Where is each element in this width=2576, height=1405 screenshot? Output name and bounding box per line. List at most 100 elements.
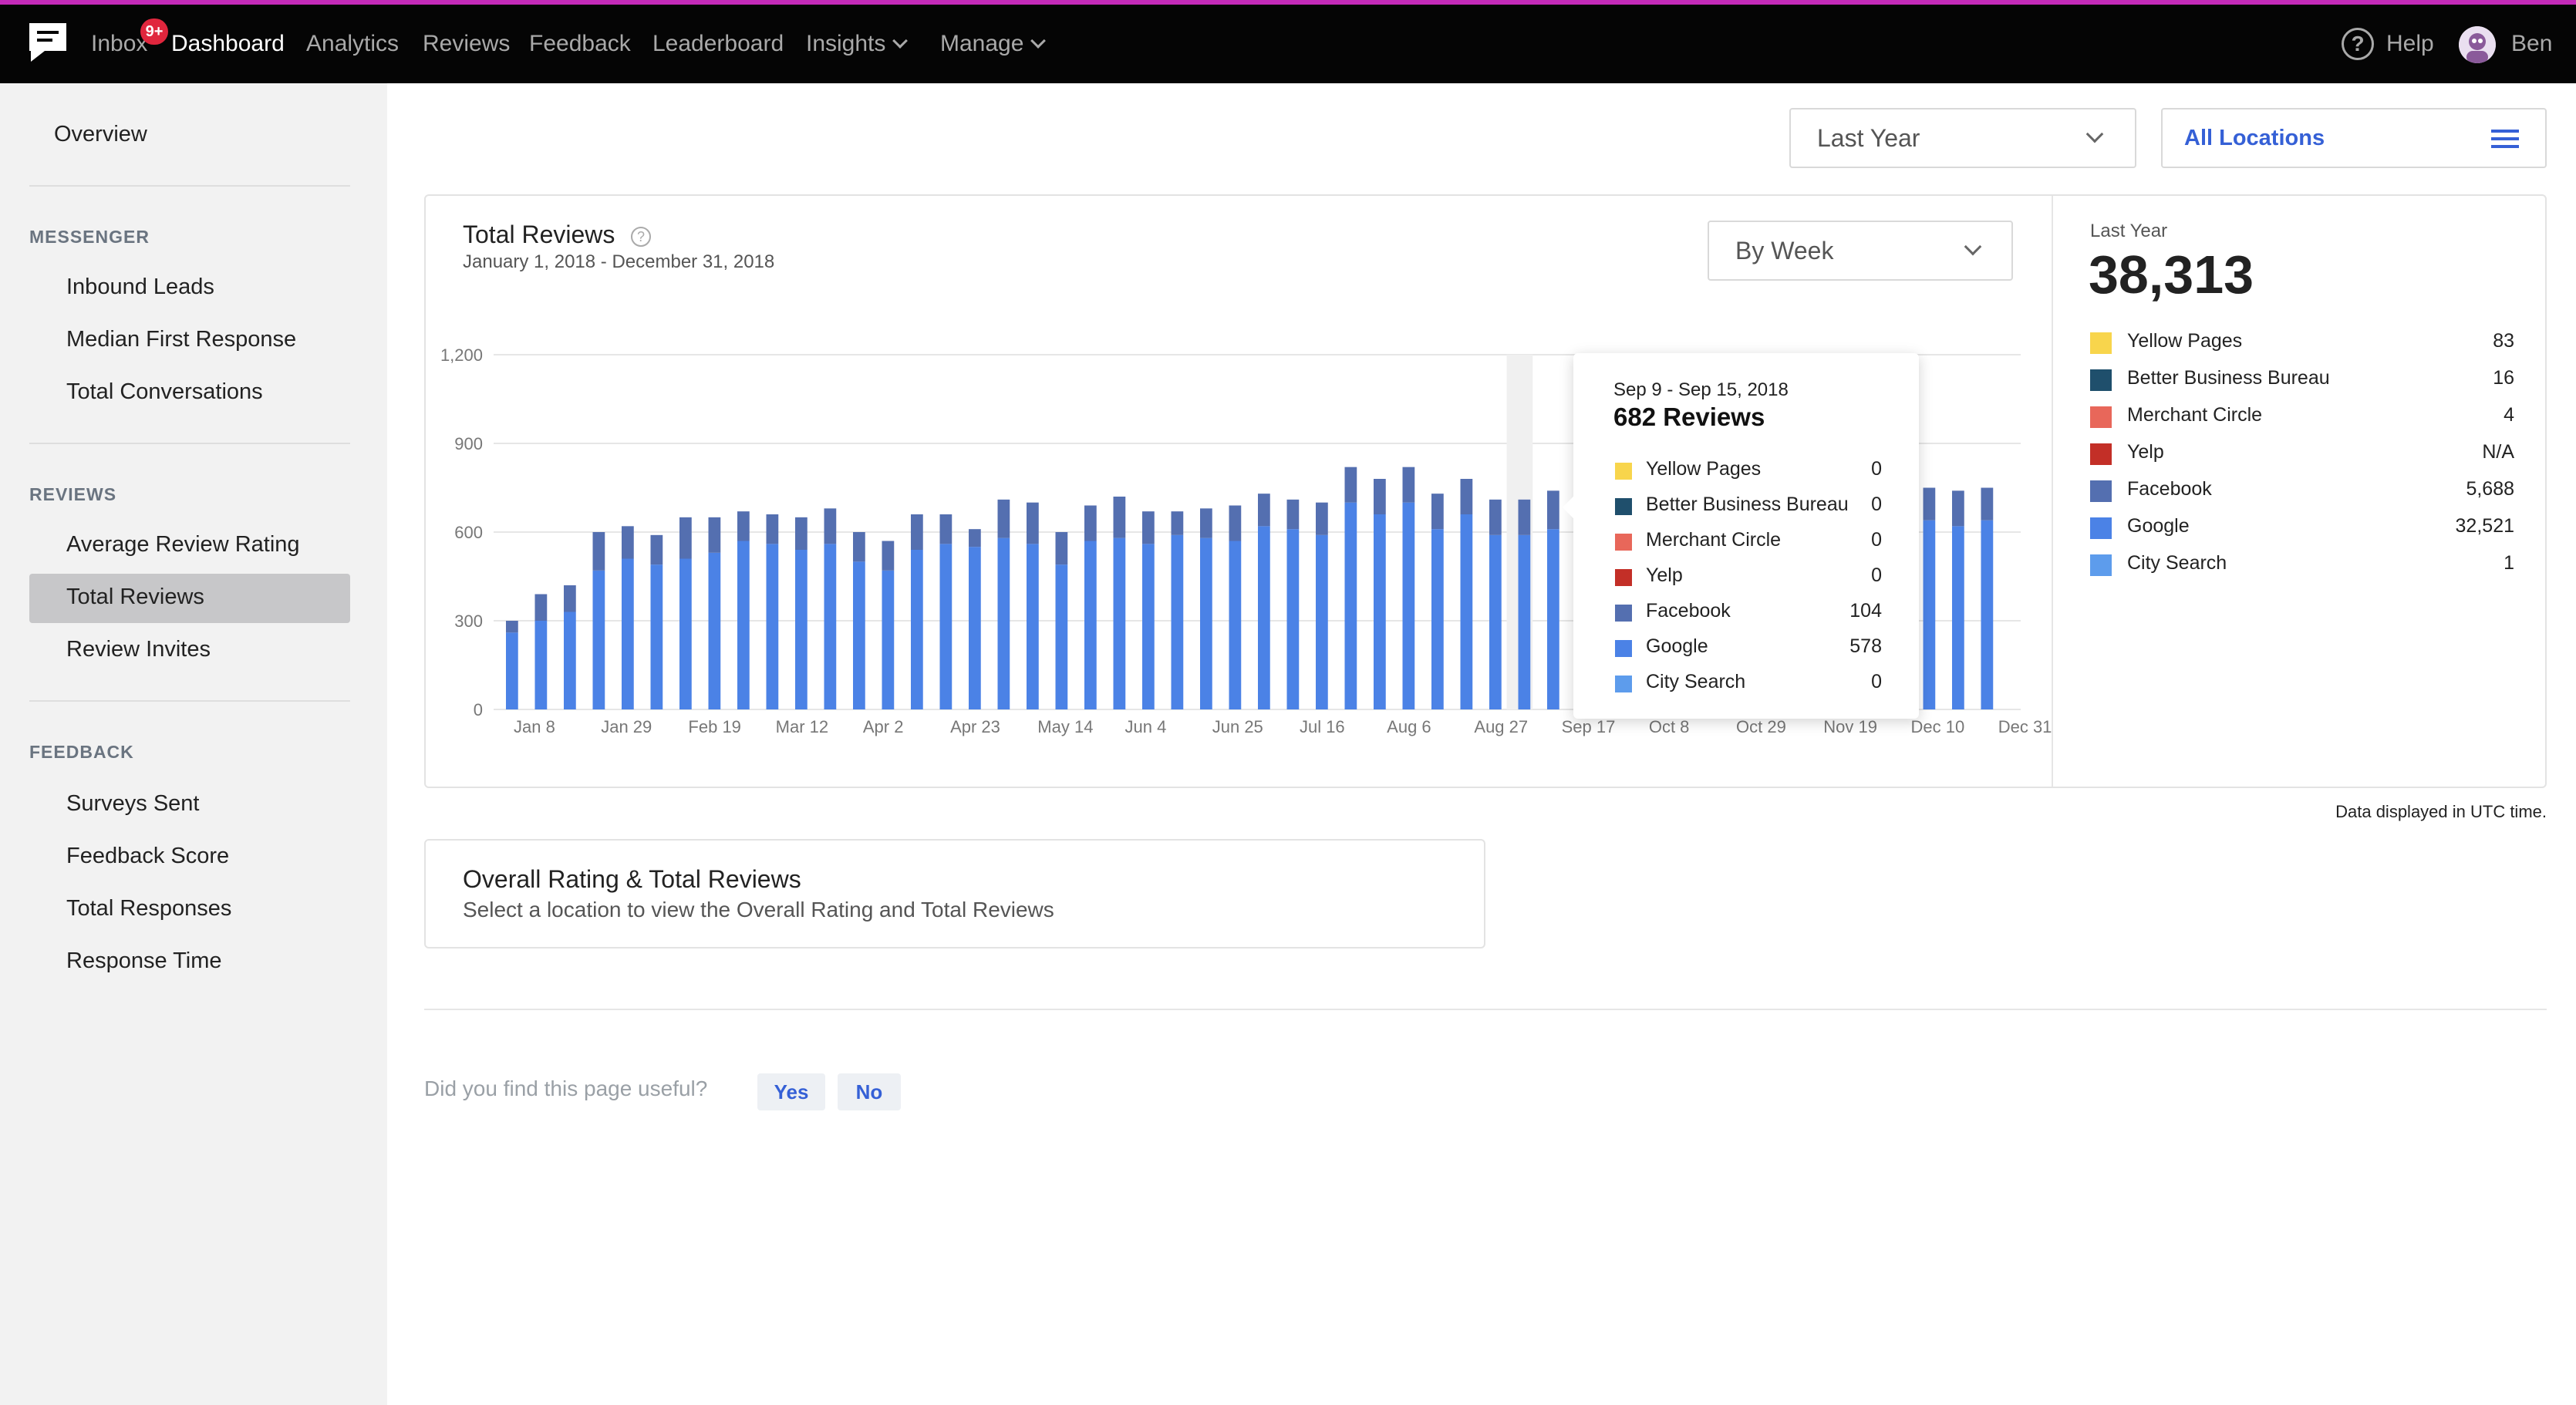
bar-facebook — [882, 541, 895, 571]
info-icon[interactable]: ? — [631, 227, 651, 247]
tooltip-swatch — [1615, 463, 1632, 480]
bar-facebook — [1200, 508, 1212, 538]
legend-swatch — [2090, 443, 2112, 465]
tooltip-total: 682 Reviews — [1613, 403, 1765, 431]
avatar[interactable] — [2459, 26, 2496, 63]
grouping-dropdown[interactable]: By Week — [1708, 221, 2013, 281]
bar-google — [853, 561, 865, 709]
help-link[interactable]: Help — [2386, 5, 2434, 83]
legend-row: Yelp N/A — [2090, 441, 2514, 469]
nav-insights[interactable]: Insights — [806, 5, 909, 83]
yes-button[interactable]: Yes — [757, 1073, 825, 1110]
user-name[interactable]: Ben — [2511, 5, 2552, 83]
sidebar-item-review-invites[interactable]: Review Invites — [66, 637, 211, 662]
nav-manage[interactable]: Manage — [940, 5, 1047, 83]
x-tick-label: May 14 — [1037, 717, 1093, 736]
divider — [29, 185, 350, 187]
nav-analytics[interactable]: Analytics — [306, 5, 399, 83]
nav-feedback[interactable]: Feedback — [529, 5, 631, 83]
bar-google — [882, 570, 895, 709]
y-tick-label: 300 — [454, 612, 483, 631]
nav-inbox[interactable]: Inbox — [91, 5, 147, 83]
x-tick-label: Dec 31 — [1998, 717, 2052, 736]
tooltip-row: Yelp 0 — [1612, 564, 1882, 592]
location-dropdown-value: All Locations — [2184, 126, 2325, 150]
bar-facebook — [1229, 505, 1242, 541]
tooltip-value: 578 — [1849, 635, 1882, 657]
tooltip-row: Google 578 — [1612, 635, 1882, 663]
bar-facebook — [1952, 490, 1964, 527]
bar-google — [1518, 534, 1531, 709]
top-nav: Inbox 9+ Dashboard Analytics Reviews Fee… — [0, 0, 2576, 83]
bar-google — [1171, 534, 1184, 709]
sidebar-item-response-time[interactable]: Response Time — [66, 948, 222, 974]
bar-google — [939, 544, 953, 709]
sidebar-item-overview[interactable]: Overview — [54, 122, 147, 147]
bar-facebook — [1344, 467, 1357, 503]
total-reviews-title: Total Reviews — [463, 221, 615, 248]
tooltip-value: 104 — [1849, 600, 1882, 622]
section-heading-messenger: MESSENGER — [29, 227, 150, 247]
bar-google — [1981, 520, 1994, 709]
bar-google — [737, 541, 750, 709]
bar-facebook — [997, 499, 1010, 538]
bar-google — [1547, 529, 1559, 709]
x-tick-label: Dec 10 — [1910, 717, 1964, 736]
bar-google — [1316, 534, 1328, 709]
bar-facebook — [766, 514, 779, 544]
summary-label: Last Year — [2090, 221, 2168, 241]
tooltip-row: Facebook 104 — [1612, 600, 1882, 628]
tooltip-value: 0 — [1871, 671, 1882, 692]
x-tick-label: Nov 19 — [1823, 717, 1877, 736]
x-tick-label: Aug 6 — [1387, 717, 1431, 736]
tooltip-value: 0 — [1871, 458, 1882, 480]
x-tick-label: Apr 2 — [863, 717, 904, 736]
avatar-icon — [2459, 26, 2496, 63]
bar-facebook — [622, 526, 634, 559]
sidebar-item-total-responses[interactable]: Total Responses — [66, 896, 231, 922]
sidebar-item-surveys-sent[interactable]: Surveys Sent — [66, 791, 199, 817]
tooltip-swatch — [1615, 605, 1632, 622]
nav-manage-label: Manage — [940, 31, 1024, 56]
bar-facebook — [592, 532, 605, 571]
bar-facebook — [737, 511, 750, 541]
tooltip-row: City Search 0 — [1612, 671, 1882, 699]
tooltip-title: Sep 9 - Sep 15, 2018 — [1613, 379, 1789, 400]
sidebar-item-inbound-leads[interactable]: Inbound Leads — [66, 275, 214, 300]
question-circle-icon[interactable]: ? — [2342, 28, 2374, 60]
legend-name: Google — [2127, 515, 2190, 537]
sidebar-item-total-conversations[interactable]: Total Conversations — [66, 379, 263, 405]
bar-google — [997, 537, 1010, 709]
sidebar-item-feedback-score[interactable]: Feedback Score — [66, 844, 229, 869]
sidebar-item-total-reviews[interactable]: Total Reviews — [66, 585, 204, 610]
bar-facebook — [1171, 511, 1184, 535]
sidebar-item-median-first-response[interactable]: Median First Response — [66, 327, 296, 352]
bar-google — [1402, 502, 1415, 709]
bar-google — [1027, 544, 1039, 709]
bar-google — [1374, 514, 1386, 709]
bar-google — [911, 550, 923, 709]
x-tick-label: Oct 29 — [1736, 717, 1786, 736]
bar-facebook — [564, 585, 576, 612]
chat-logo-icon[interactable] — [26, 20, 69, 65]
bar-google — [534, 621, 548, 709]
period-dropdown-value: Last Year — [1817, 124, 1920, 152]
nav-reviews[interactable]: Reviews — [423, 5, 510, 83]
bar-google — [1344, 502, 1357, 709]
bar-google — [622, 558, 634, 709]
nav-dashboard[interactable]: Dashboard — [171, 5, 285, 83]
no-button[interactable]: No — [838, 1073, 901, 1110]
bar-google — [1489, 534, 1502, 709]
sidebar-item-average-review-rating[interactable]: Average Review Rating — [66, 532, 300, 558]
location-dropdown[interactable]: All Locations — [2161, 108, 2547, 168]
tooltip-swatch — [1615, 569, 1632, 586]
nav-leaderboard[interactable]: Leaderboard — [652, 5, 784, 83]
tooltip-swatch — [1615, 498, 1632, 515]
legend-name: Yellow Pages — [2127, 330, 2243, 352]
legend-name: Yelp — [2127, 441, 2164, 463]
tooltip-name: Yellow Pages — [1646, 458, 1762, 480]
bar-facebook — [1113, 497, 1126, 538]
card-divider — [2052, 196, 2053, 787]
tooltip-row: Yellow Pages 0 — [1612, 458, 1882, 486]
period-dropdown[interactable]: Last Year — [1789, 108, 2136, 168]
